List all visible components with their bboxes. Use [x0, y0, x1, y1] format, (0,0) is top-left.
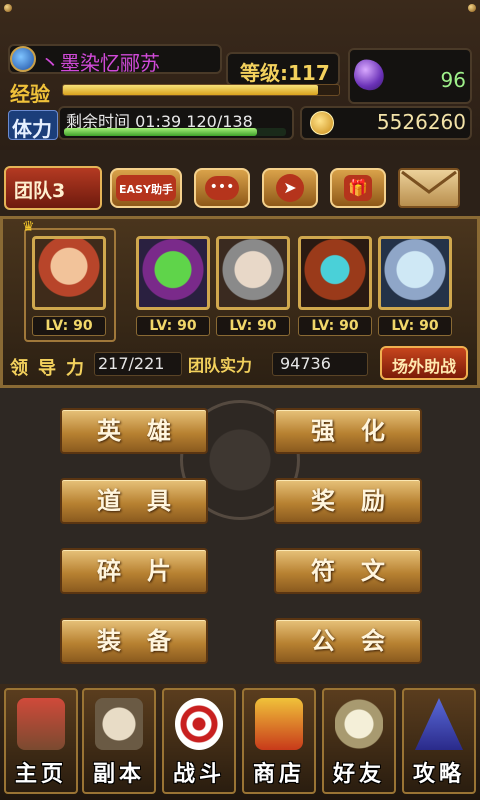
fragments-button[interactable]: 碎片: [60, 548, 208, 594]
gift-icon: 🎁: [344, 175, 372, 201]
easy-helper-label: EASY助手: [119, 183, 173, 196]
nav-shop[interactable]: 商店: [242, 688, 316, 794]
house-icon: [17, 698, 65, 750]
send-arrow-icon: ➤: [276, 174, 304, 202]
hero-level: LV: 90: [216, 316, 290, 336]
hero-portrait-leader[interactable]: [32, 236, 106, 310]
nav-home[interactable]: 主页: [4, 688, 78, 794]
gem-count: 96: [440, 68, 466, 92]
team-power-label: 团队实力: [188, 356, 253, 375]
leadership-label: 领导力: [10, 358, 94, 379]
nav-guide[interactable]: 攻略: [402, 688, 476, 794]
runes-button[interactable]: 符文: [274, 548, 422, 594]
enhance-button-label: 强化: [311, 417, 411, 445]
chat-button[interactable]: •••: [194, 168, 250, 208]
share-button[interactable]: ➤: [262, 168, 318, 208]
rivet-ornament: [468, 4, 476, 12]
enhance-button[interactable]: 强化: [274, 408, 422, 454]
rank-badge-icon: [10, 46, 36, 72]
nav-friends-label: 好友: [332, 762, 385, 787]
hero-portrait-5[interactable]: [378, 236, 452, 310]
hero-level: LV: 90: [32, 316, 106, 336]
skull-icon: [95, 698, 143, 750]
equipment-button-label: 装备: [97, 627, 197, 655]
player-name: 丶墨染忆郦苏: [40, 51, 160, 75]
player-level: 等级:117: [240, 61, 330, 85]
nav-guide-label: 攻略: [412, 762, 465, 787]
stamina-label: 体力: [12, 117, 52, 141]
nav-shop-label: 商店: [252, 762, 305, 787]
target-icon: [175, 698, 223, 750]
rewards-button-label: 奖励: [311, 487, 411, 515]
guild-button-label: 公会: [311, 627, 411, 655]
wings-icon: [335, 698, 383, 750]
chat-icon: •••: [205, 176, 239, 200]
exp-label: 经验: [10, 82, 50, 106]
mail-button[interactable]: [398, 168, 460, 208]
rewards-button[interactable]: 奖励: [274, 478, 422, 524]
nav-friends[interactable]: 好友: [322, 688, 396, 794]
shop-stall-icon: [255, 698, 303, 750]
nav-dungeon-label: 副本: [92, 762, 145, 787]
envelope-icon: [401, 170, 457, 194]
runes-button-label: 符文: [311, 557, 411, 585]
fragments-button-label: 碎片: [97, 557, 197, 585]
leadership-value: 217/221: [98, 354, 165, 373]
hero-portrait-2[interactable]: [136, 236, 210, 310]
rivet-ornament: [4, 4, 12, 12]
nav-dungeon[interactable]: 副本: [82, 688, 156, 794]
wizard-hat-icon: [415, 698, 463, 750]
hero-button[interactable]: 英雄: [60, 408, 208, 454]
gift-button[interactable]: 🎁: [330, 168, 386, 208]
guild-button[interactable]: 公会: [274, 618, 422, 664]
hero-level: LV: 90: [378, 316, 452, 336]
hero-portrait-4[interactable]: [298, 236, 372, 310]
hero-level: LV: 90: [298, 316, 372, 336]
nav-battle-label: 战斗: [172, 762, 225, 787]
stamina-bar-fill: [64, 128, 258, 136]
team-power-value: 94736: [280, 354, 331, 373]
nav-home-label: 主页: [14, 762, 67, 787]
gold-coin-icon: [310, 111, 334, 135]
hero-button-label: 英雄: [97, 417, 197, 445]
external-assist-label: 场外助战: [391, 357, 456, 376]
exp-bar-fill: [63, 85, 318, 95]
equipment-button[interactable]: 装备: [60, 618, 208, 664]
hero-level: LV: 90: [136, 316, 210, 336]
items-button[interactable]: 道具: [60, 478, 208, 524]
gold-count: 5526260: [376, 110, 466, 134]
items-button-label: 道具: [97, 487, 197, 515]
hero-portrait-3[interactable]: [216, 236, 290, 310]
nav-battle[interactable]: 战斗: [162, 688, 236, 794]
crown-icon: ♛: [22, 219, 35, 235]
team-label: 团队3: [14, 180, 66, 202]
